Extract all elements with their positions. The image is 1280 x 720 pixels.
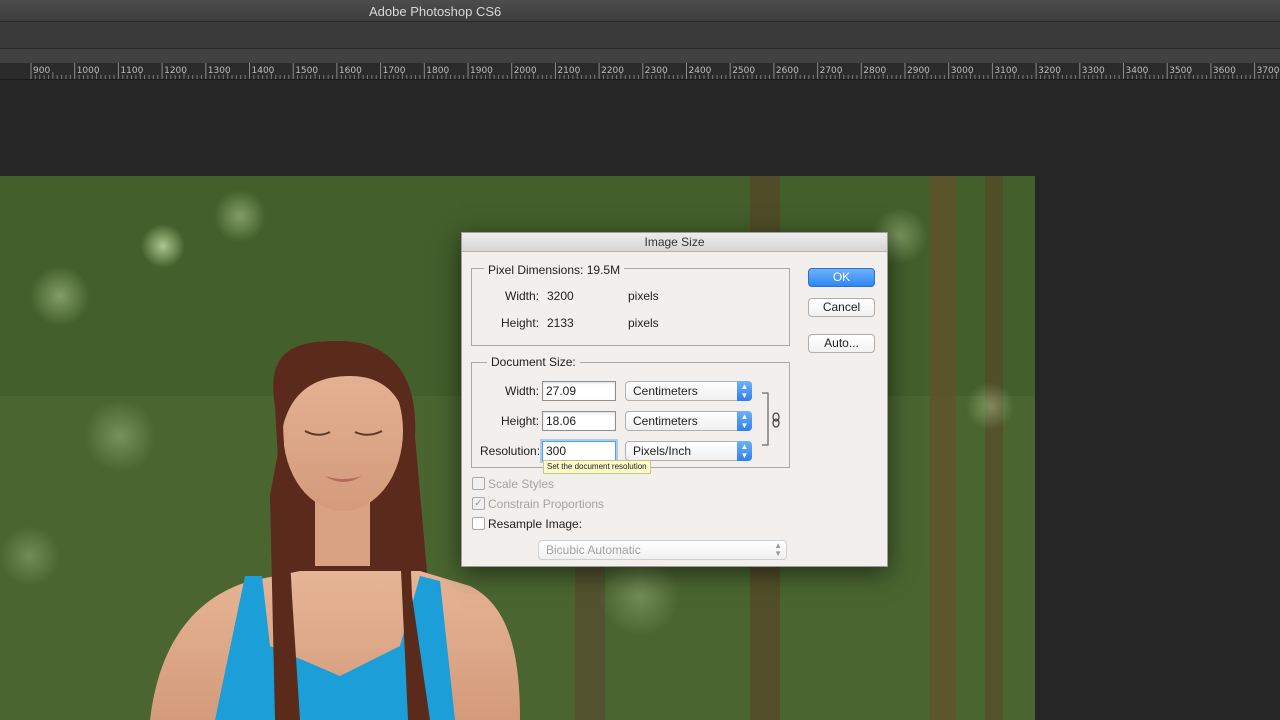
resample-method-select[interactable]: Bicubic Automatic ▲ ▼ <box>538 540 787 560</box>
cancel-button[interactable]: Cancel <box>808 298 875 317</box>
document-size-label: Document Size: <box>487 355 580 369</box>
ruler-label: 1400 <box>251 66 275 76</box>
pixel-dimensions-size: 19.5M <box>586 263 621 277</box>
pixel-width-label: Width: <box>505 289 540 303</box>
resolution-unit-value: Pixels/Inch <box>633 444 692 458</box>
ruler-label: 3000 <box>950 66 974 76</box>
ruler-label: 2700 <box>819 66 843 76</box>
select-arrows-icon: ▲ ▼ <box>737 381 752 401</box>
ruler-label: 2400 <box>688 66 712 76</box>
ruler-label: 1600 <box>338 66 362 76</box>
ruler-label: 3300 <box>1081 66 1105 76</box>
ruler-label: 1300 <box>207 66 231 76</box>
resample-image-checkbox[interactable] <box>472 517 485 530</box>
doc-width-unit-value: Centimeters <box>633 384 698 398</box>
ruler-label: 3700 <box>1256 66 1280 76</box>
doc-width-label: Width: <box>505 384 540 398</box>
ruler-label: 2200 <box>601 66 624 76</box>
ruler-label: 2100 <box>557 66 581 76</box>
dialog-title: Image Size <box>462 233 887 252</box>
ruler-label: 1700 <box>382 66 406 76</box>
resample-method-value: Bicubic Automatic <box>546 543 641 557</box>
pixel-width-value: 3200 <box>547 289 574 303</box>
ruler-label: 1200 <box>164 66 187 76</box>
ruler-label: 1000 <box>76 66 100 76</box>
doc-width-input[interactable]: 27.09 <box>542 381 616 401</box>
ruler-label: 1500 <box>295 66 319 76</box>
constrain-proportions-checkbox[interactable]: ✓ <box>472 497 485 510</box>
resolution-tooltip: Set the document resolution <box>543 460 651 474</box>
pixel-height-label: Height: <box>501 316 540 330</box>
doc-height-input[interactable]: 18.06 <box>542 411 616 431</box>
ruler-label: 2900 <box>907 66 930 76</box>
select-arrows-icon: ▲ ▼ <box>737 441 752 461</box>
ruler-label: 1800 <box>426 66 450 76</box>
pixel-height-value: 2133 <box>547 316 574 330</box>
constrain-proportions-label: Constrain Proportions <box>488 497 605 511</box>
checkmark-icon: ✓ <box>474 498 483 509</box>
app-title: Adobe Photoshop CS6 <box>369 4 502 19</box>
ruler-label: 2500 <box>732 66 756 76</box>
ruler-label: 3500 <box>1169 66 1193 76</box>
ruler-label: 3200 <box>1038 66 1061 76</box>
ruler-label: 2000 <box>513 66 537 76</box>
doc-height-unit-select[interactable]: Centimeters ▲ ▼ <box>625 411 752 431</box>
pixel-dimensions-group <box>471 268 790 346</box>
image-size-dialog: Image Size Pixel Dimensions: 19.5M Width… <box>461 232 888 567</box>
ruler-label: 1900 <box>470 66 493 76</box>
select-arrows-icon: ▲ ▼ <box>737 411 752 431</box>
resolution-label: Resolution: <box>480 444 541 458</box>
ruler-label: 3100 <box>994 66 1018 76</box>
ruler-label: 3400 <box>1125 66 1149 76</box>
horizontal-ruler: 900 1000 1100 1200 1300 1400 1500 1600 1700 1800 1… <box>0 63 1280 80</box>
ruler-label: 2300 <box>644 66 668 76</box>
pixel-height-unit: pixels <box>628 316 659 330</box>
scale-styles-label: Scale Styles <box>488 477 555 491</box>
resolution-input[interactable]: 300 <box>542 441 616 461</box>
select-arrows-icon: ▲ ▼ <box>774 541 782 558</box>
pixel-width-unit: pixels <box>628 289 659 303</box>
scale-styles-checkbox[interactable] <box>472 477 485 490</box>
doc-height-unit-value: Centimeters <box>633 414 698 428</box>
ruler-label: 2600 <box>775 66 799 76</box>
resolution-unit-select[interactable]: Pixels/Inch ▲ ▼ <box>625 441 752 461</box>
ruler-label: 900 <box>33 66 51 76</box>
ruler-label: 3600 <box>1212 66 1236 76</box>
doc-height-label: Height: <box>501 414 540 428</box>
ok-button[interactable]: OK <box>808 268 875 287</box>
ruler-label: 1100 <box>120 66 144 76</box>
title-bar: Adobe Photoshop CS6 <box>0 0 1280 22</box>
ruler-label: 2800 <box>863 66 887 76</box>
resample-image-label: Resample Image: <box>488 517 583 531</box>
pixel-dimensions-label: Pixel Dimensions: 19.5M <box>484 263 625 277</box>
document-tab-strip <box>0 49 1280 63</box>
auto-button[interactable]: Auto... <box>808 334 875 353</box>
options-bar <box>0 22 1280 49</box>
doc-width-unit-select[interactable]: Centimeters ▲ ▼ <box>625 381 752 401</box>
constrain-link-icon <box>762 392 780 446</box>
